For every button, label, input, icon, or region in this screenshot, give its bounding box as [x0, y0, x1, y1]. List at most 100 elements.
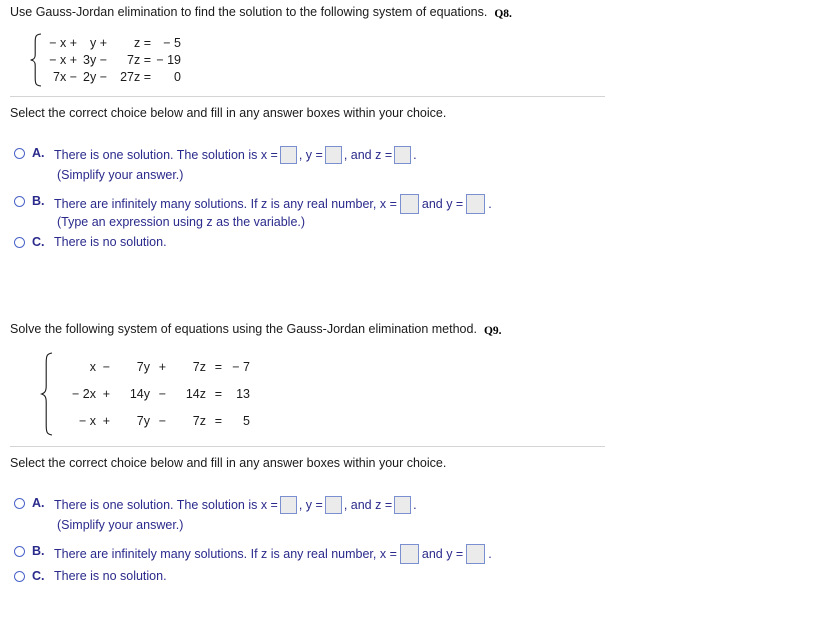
equation-system-q9: x −7y +7z = − 7 − 2x +14y −14z = 13 − x +7y −7z = 5	[40, 352, 250, 436]
worksheet-page: Use Gauss-Jordan elimination to find the…	[0, 0, 816, 638]
choice-label-a: A.	[32, 496, 45, 510]
question-prompt-q8: Use Gauss-Jordan elimination to find the…	[10, 5, 512, 21]
answer-box-y[interactable]	[466, 194, 486, 214]
equation-list: − x + y + z = − 5 − x + 3y − 7z = − 19 7x − 2y …	[43, 33, 181, 87]
choice-text-b: There are infinitely many solutions. If …	[54, 544, 492, 564]
eq-term: x	[89, 359, 96, 374]
choice-hint-a-q9: (Simplify your answer.)	[57, 518, 184, 532]
answer-box-y[interactable]	[324, 496, 342, 514]
choice-fragment: .	[413, 497, 417, 512]
question-prompt-q9: Solve the following system of equations …	[10, 322, 502, 338]
equation-row: − x + 3y − 7z = − 19	[43, 52, 181, 69]
eq-op: −	[158, 413, 166, 428]
eq-op: −	[158, 386, 166, 401]
equation-row: − 2x +14y − 14z = 13	[54, 381, 250, 408]
eq-term: y +	[89, 35, 107, 50]
eq-rhs: 13	[236, 386, 250, 401]
choice-fragment: and y =	[421, 196, 464, 211]
eq-term: z =	[133, 35, 151, 50]
choice-option-c-q8[interactable]: C. There is no solution.	[14, 235, 167, 250]
eq-term: − x	[78, 413, 96, 428]
eq-term: 7y	[136, 359, 150, 374]
eq-term: 7z	[192, 359, 206, 374]
choice-label-c: C.	[32, 569, 45, 583]
equation-list: x −7y +7z = − 7 − 2x +14y −14z = 13 − x +7y −7z = 5	[54, 352, 250, 436]
eq-rhs: − 7	[232, 359, 250, 374]
answer-box-z[interactable]	[394, 496, 412, 514]
choice-text-a: There is one solution. The solution is x…	[54, 496, 417, 514]
eq-term: 2y −	[83, 69, 107, 84]
eq-equals: =	[214, 413, 222, 428]
answer-box-x[interactable]	[279, 146, 297, 164]
choice-fragment: , and z =	[343, 497, 393, 512]
choice-fragment: .	[488, 196, 492, 211]
choice-fragment: There are infinitely many solutions. If …	[54, 546, 397, 561]
answer-box-x[interactable]	[279, 496, 297, 514]
eq-term: − x +	[49, 52, 77, 67]
eq-rhs: 5	[243, 413, 250, 428]
question-tag: Q9.	[483, 325, 502, 337]
section-divider	[10, 96, 605, 97]
equation-row: − x + y + z = − 5	[43, 35, 181, 52]
radio-button-a[interactable]	[14, 148, 25, 159]
eq-rhs: − 5	[163, 35, 181, 50]
left-brace-icon	[40, 352, 54, 436]
answer-box-z[interactable]	[394, 146, 412, 164]
eq-equals: =	[214, 359, 222, 374]
eq-term: 7y	[136, 413, 150, 428]
eq-term: 7x −	[53, 69, 77, 84]
radio-button-a[interactable]	[14, 498, 25, 509]
choice-option-b-q9[interactable]: B. There are infinitely many solutions. …	[14, 544, 492, 564]
eq-rhs: − 19	[156, 52, 181, 67]
radio-button-b[interactable]	[14, 546, 25, 557]
eq-term: − 2x	[72, 386, 96, 401]
equation-row: x − 7y +7z = − 7	[54, 354, 250, 381]
prompt-text: Solve the following system of equations …	[10, 322, 477, 336]
answer-box-x[interactable]	[399, 544, 419, 564]
choice-fragment: , y =	[298, 497, 323, 512]
choice-option-c-q9[interactable]: C. There is no solution.	[14, 569, 167, 584]
answer-box-y[interactable]	[324, 146, 342, 164]
eq-term: − x +	[49, 35, 77, 50]
radio-button-c[interactable]	[14, 571, 25, 582]
choice-fragment: and y =	[421, 546, 464, 561]
equation-system-q8: − x + y + z = − 5 − x + 3y − 7z = − 19 7x − 2y …	[29, 33, 181, 87]
answer-box-x[interactable]	[399, 194, 419, 214]
choice-hint-b-q8: (Type an expression using z as the varia…	[57, 215, 306, 229]
eq-term: 14y	[129, 386, 150, 401]
choice-fragment: There is one solution. The solution is x…	[54, 147, 278, 162]
question-tag: Q8.	[494, 8, 512, 20]
eq-term: 7z	[192, 413, 206, 428]
eq-equals: =	[214, 386, 222, 401]
choice-fragment: .	[488, 546, 492, 561]
eq-term: 27z =	[120, 69, 151, 84]
radio-button-b[interactable]	[14, 196, 25, 207]
choice-option-a-q9[interactable]: A. There is one solution. The solution i…	[14, 496, 417, 514]
section-divider	[10, 446, 605, 447]
eq-op: +	[158, 359, 166, 374]
choice-fragment: .	[413, 147, 417, 162]
choice-label-c: C.	[32, 235, 45, 249]
left-brace-icon	[29, 33, 43, 87]
eq-rhs: 0	[174, 69, 181, 84]
choice-fragment: , and z =	[343, 147, 393, 162]
choice-fragment: There are infinitely many solutions. If …	[54, 196, 397, 211]
equation-row: 7x − 2y − 27z = 0	[43, 69, 181, 86]
eq-op: +	[102, 413, 110, 428]
radio-button-c[interactable]	[14, 237, 25, 248]
choice-text-c: There is no solution.	[54, 569, 167, 583]
prompt-text: Use Gauss-Jordan elimination to find the…	[10, 5, 488, 19]
choice-fragment: , y =	[298, 147, 323, 162]
answer-box-y[interactable]	[466, 544, 486, 564]
choice-option-a-q8[interactable]: A. There is one solution. The solution i…	[14, 146, 417, 164]
eq-op: −	[102, 359, 110, 374]
choice-option-b-q8[interactable]: B. There are infinitely many solutions. …	[14, 194, 492, 214]
choice-text-b: There are infinitely many solutions. If …	[54, 194, 492, 214]
choice-text-c: There is no solution.	[54, 235, 167, 249]
eq-term: 14z	[185, 386, 206, 401]
choice-text-a: There is one solution. The solution is x…	[54, 146, 417, 164]
eq-term: 7z =	[127, 52, 151, 67]
choice-label-a: A.	[32, 146, 45, 160]
choice-label-b: B.	[32, 194, 45, 208]
choice-fragment: There is one solution. The solution is x…	[54, 497, 278, 512]
